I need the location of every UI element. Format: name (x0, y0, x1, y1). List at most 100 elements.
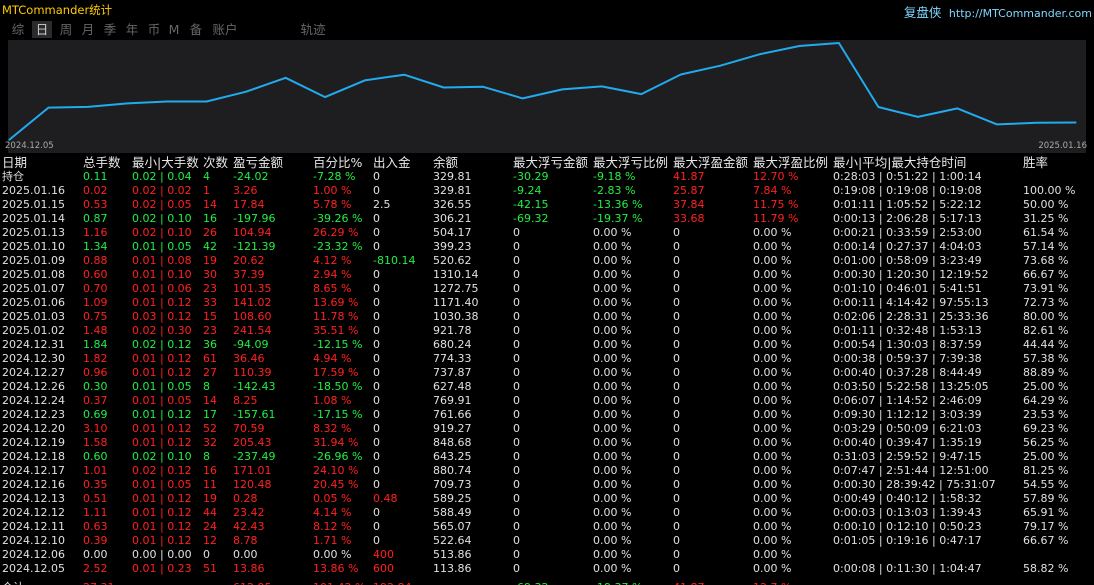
balance-series-line (8, 42, 1077, 141)
balance-point (482, 86, 484, 88)
tab-2[interactable]: 周 (56, 21, 76, 38)
table-row[interactable]: 2024.12.17 1.01 0.02 | 0.12 16 171.01 24.10 %… (0, 464, 1094, 478)
balance-point (127, 102, 129, 104)
cell-pct: 2.94 % (313, 268, 352, 281)
balance-point (403, 74, 405, 76)
tab-1[interactable]: 日 (32, 21, 52, 38)
tab-7[interactable]: M (166, 21, 182, 38)
cell-hold: 0:01:11 | 1:05:52 | 5:22:12 (833, 198, 982, 211)
tab-0[interactable]: 综 (8, 21, 28, 38)
cell-count: 19 (203, 254, 217, 267)
table-row[interactable]: 2024.12.11 0.63 0.01 | 0.12 24 42.43 8.12 % 0 5… (0, 520, 1094, 534)
cell-fppct: 0.00 % (753, 338, 792, 351)
cell-fpamt: 0 (673, 408, 680, 421)
table-row[interactable]: 2024.12.30 1.82 0.01 | 0.12 61 36.46 4.94 % 0 7… (0, 352, 1094, 366)
table-row[interactable]: 2024.12.12 1.11 0.01 | 0.12 44 23.42 4.14 % 0 5… (0, 506, 1094, 520)
column-header[interactable]: 总手数 (83, 155, 131, 170)
column-header[interactable]: 胜率 (1023, 155, 1093, 170)
cell-ddpct: 0.00 % (593, 338, 632, 351)
cell-count: 8 (203, 380, 210, 393)
tab-5[interactable]: 年 (122, 21, 142, 38)
title-bar: MTCommander统计 复盘侠 http://MTCommander.com (0, 0, 1094, 21)
cell-hold: 0:00:14 | 0:27:37 | 4:04:03 (833, 240, 982, 253)
table-row[interactable]: 2025.01.03 0.75 0.03 | 0.12 15 108.60 11.78 %… (0, 310, 1094, 324)
table-row[interactable]: 2025.01.06 1.09 0.01 | 0.12 33 141.02 13.69 %… (0, 296, 1094, 310)
cell-dep: 192.84 (373, 581, 433, 585)
column-header[interactable]: 最大浮盈金额 (673, 155, 753, 170)
table-row[interactable]: 2024.12.20 3.10 0.01 | 0.12 52 70.59 8.32 % 0 9… (0, 422, 1094, 436)
column-header[interactable]: 盈亏金额 (233, 155, 313, 170)
cell-ddamt: 0 (513, 450, 520, 463)
cell-minmax: 0.01 | 0.05 (132, 380, 192, 393)
table-row[interactable]: 2024.12.31 1.84 0.02 | 0.12 36 -94.09 -12.15 … (0, 338, 1094, 352)
column-header[interactable]: 出入金 (373, 155, 433, 170)
column-header[interactable]: 最大浮亏比例 (593, 155, 673, 170)
tab-9[interactable]: 账户 (210, 21, 240, 38)
table-row[interactable]: 2025.01.14 0.87 0.02 | 0.10 16 -197.96 -39.26… (0, 212, 1094, 226)
cell-date: 2025.01.06 (2, 296, 65, 309)
table-row[interactable]: 2024.12.13 0.51 0.01 | 0.12 19 0.28 0.05 % 0.4… (0, 492, 1094, 506)
cell-fpamt: 0 (673, 534, 680, 547)
column-header[interactable]: 最大浮盈比例 (753, 155, 833, 170)
balance-point (640, 93, 642, 95)
table-row[interactable]: 2024.12.16 0.35 0.01 | 0.05 11 120.48 20.45 %… (0, 478, 1094, 492)
table-row[interactable]: 2025.01.13 1.16 0.02 | 0.10 26 104.94 26.29 %… (0, 226, 1094, 240)
cell-minmax: 0.01 | 0.05 (132, 478, 192, 491)
table-row[interactable]: 2024.12.10 0.39 0.01 | 0.12 12 8.78 1.71 % 0 52… (0, 534, 1094, 548)
table-row[interactable]: 2025.01.10 1.34 0.01 | 0.05 42 -121.39 -23.32… (0, 240, 1094, 254)
tab-10[interactable]: 轨迹 (298, 21, 328, 38)
cell-ddamt: 0 (513, 366, 520, 379)
tab-3[interactable]: 月 (78, 21, 98, 38)
total-row[interactable]: 合计27.31 612.95101.42 %192.84 -69.32-19.37 … (0, 581, 1094, 585)
cell-date: 2025.01.14 (2, 212, 65, 225)
cell-fppct: 0.00 % (753, 254, 792, 267)
cell-pnl: 120.48 (233, 478, 272, 491)
table-row[interactable]: 2025.01.15 0.53 0.02 | 0.05 14 17.84 5.78 % 2.… (0, 198, 1094, 212)
cell-count: 16 (203, 464, 217, 477)
cell-hold: 0:00:38 | 0:59:37 | 7:39:38 (833, 352, 982, 365)
table-row[interactable]: 2024.12.05 2.52 0.01 | 0.23 51 13.86 13.86 % 6… (0, 562, 1094, 576)
table-row[interactable]: 2025.01.08 0.60 0.01 | 0.10 30 37.39 2.94 % 0 1… (0, 268, 1094, 282)
balance-point (443, 86, 445, 89)
cell-bal: 643.25 (433, 450, 472, 463)
cell-ddamt: 0 (513, 310, 520, 323)
tab-8[interactable]: 备 (186, 21, 206, 38)
column-header[interactable]: 次数 (203, 155, 233, 170)
brand[interactable]: 复盘侠 http://MTCommander.com (904, 2, 1092, 21)
column-header[interactable]: 最大浮亏金额 (513, 155, 593, 170)
cell-win: 25.00 % (1023, 450, 1069, 463)
table-row[interactable]: 2025.01.07 0.70 0.01 | 0.06 23 101.35 8.65 % 0… (0, 282, 1094, 296)
brand-url-link[interactable]: http://MTCommander.com (949, 7, 1092, 20)
balance-chart-svg (8, 42, 1077, 141)
table-row[interactable]: 2025.01.09 0.88 0.01 | 0.08 19 20.62 4.12 % -8… (0, 254, 1094, 268)
table-row[interactable]: 2024.12.18 0.60 0.02 | 0.10 8 -237.49 -26.96 … (0, 450, 1094, 464)
balance-point (245, 91, 247, 93)
cell-minmax: 0.02 | 0.12 (132, 464, 192, 477)
cell-fpamt: 0 (673, 478, 680, 491)
cell-count: 8 (203, 450, 210, 463)
cell-count: 61 (203, 352, 217, 365)
cell-pct: 20.45 % (313, 478, 359, 491)
column-header[interactable]: 百分比% (313, 155, 373, 170)
tab-4[interactable]: 季 (100, 21, 120, 38)
cell-pnl: 8.25 (233, 394, 258, 407)
column-header[interactable]: 最小|大手数 (132, 155, 202, 170)
cell-count: 27 (203, 366, 217, 379)
table-row[interactable]: 2024.12.24 0.37 0.01 | 0.05 14 8.25 1.08 % 0 76… (0, 394, 1094, 408)
table-row[interactable]: 2025.01.02 1.48 0.02 | 0.30 23 241.54 35.51 %… (0, 324, 1094, 338)
cell-fpamt: 0 (673, 506, 680, 519)
table-row[interactable]: 2024.12.06 0.00 0.00 | 0.00 0 0.00 0.00 % 400 5… (0, 548, 1094, 562)
table-row[interactable]: 2025.01.16 0.02 0.02 | 0.02 1 3.26 1.00 % 0 329… (0, 184, 1094, 198)
table-row[interactable]: 2024.12.27 0.96 0.01 | 0.12 27 110.39 17.59 %… (0, 366, 1094, 380)
column-header[interactable]: 余额 (433, 155, 513, 170)
table-row[interactable]: 2024.12.23 0.69 0.01 | 0.12 17 -157.61 -17.15… (0, 408, 1094, 422)
cell-date: 2025.01.13 (2, 226, 65, 239)
holding-row[interactable]: 持仓 0.11 0.02 | 0.04 4 -24.02 -7.28 % 0 329.81 -3… (0, 170, 1094, 184)
table-row[interactable]: 2024.12.19 1.58 0.01 | 0.12 32 205.43 31.94 %… (0, 436, 1094, 450)
cell-lots: 3.10 (83, 422, 108, 435)
column-header[interactable]: 最小|平均|最大持仓时间 (833, 155, 1033, 170)
table-row[interactable]: 2024.12.26 0.30 0.01 | 0.05 8 -142.43 -18.50 … (0, 380, 1094, 394)
cell-bal: 306.21 (433, 212, 472, 225)
column-header[interactable]: 日期 (2, 155, 82, 170)
tab-6[interactable]: 币 (144, 21, 164, 38)
